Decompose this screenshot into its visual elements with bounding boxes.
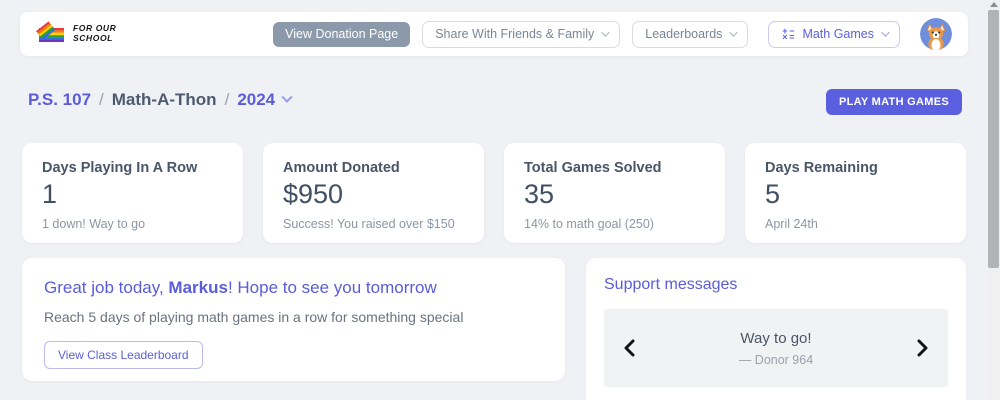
stat-value: 1 xyxy=(42,179,58,209)
view-donation-page-button[interactable]: View Donation Page xyxy=(273,21,411,47)
stat-card-games-solved: Total Games Solved 35 14% to math goal (… xyxy=(504,143,725,243)
math-operations-icon: + − × = xyxy=(782,26,795,42)
encouragement-subtext: Reach 5 days of playing math games in a … xyxy=(44,309,464,325)
stat-card-days-playing: Days Playing In A Row 1 1 down! Way to g… xyxy=(22,143,243,243)
share-dropdown-button[interactable]: Share With Friends & Family xyxy=(422,20,621,48)
stat-title: Amount Donated xyxy=(283,160,400,176)
support-message-text: Way to go! xyxy=(740,329,812,347)
leaderboards-dropdown-label: Leaderboards xyxy=(645,27,723,41)
stat-subtext: 1 down! Way to go xyxy=(42,217,146,231)
student-name: Markus xyxy=(168,278,228,297)
breadcrumb: P.S. 107 / Math-A-Thon / 2024 xyxy=(28,90,293,110)
play-math-games-button[interactable]: PLAY MATH GAMES xyxy=(825,89,962,115)
chevron-left-icon xyxy=(624,339,635,357)
support-message: Way to go! — Donor 964 xyxy=(639,330,913,367)
leaderboards-dropdown-button[interactable]: Leaderboards xyxy=(632,20,749,48)
stat-card-amount-donated: Amount Donated $950 Success! You raised … xyxy=(263,143,484,243)
stat-subtext: 14% to math goal (250) xyxy=(524,217,654,231)
breadcrumb-separator: / xyxy=(99,90,104,109)
stat-value: 5 xyxy=(765,179,781,209)
navbar-actions: View Donation Page Share With Friends & … xyxy=(273,18,952,50)
corgi-avatar-icon xyxy=(920,18,952,50)
support-messages-card: Support messages Way to go! — Donor 964 xyxy=(586,258,966,400)
support-messages-heading: Support messages xyxy=(604,276,738,293)
encouragement-heading: Great job today, Markus! Hope to see you… xyxy=(44,278,437,297)
breadcrumb-event: Math-A-Thon xyxy=(111,90,217,109)
user-avatar[interactable] xyxy=(920,18,952,50)
vertical-scrollbar[interactable] xyxy=(987,0,1000,400)
stat-value: $950 xyxy=(283,179,344,209)
stat-card-days-remaining: Days Remaining 5 April 24th xyxy=(745,143,966,243)
view-class-leaderboard-button[interactable]: View Class Leaderboard xyxy=(44,341,203,369)
math-games-dropdown-button[interactable]: + − × = Math Games xyxy=(768,20,900,48)
stat-title: Total Games Solved xyxy=(524,160,662,176)
scrollbar-thumb[interactable] xyxy=(988,10,999,268)
carousel-next-button[interactable] xyxy=(913,335,932,361)
chevron-down-icon xyxy=(601,28,610,37)
chevron-down-icon[interactable] xyxy=(281,91,293,103)
carousel-previous-button[interactable] xyxy=(620,335,639,361)
encouragement-card: Great job today, Markus! Hope to see you… xyxy=(22,258,565,381)
stats-row: Days Playing In A Row 1 1 down! Way to g… xyxy=(22,143,966,243)
rainbow-flag-icon xyxy=(36,20,66,48)
share-dropdown-label: Share With Friends & Family xyxy=(435,27,595,41)
stat-title: Days Remaining xyxy=(765,160,878,176)
math-games-dropdown-label: Math Games xyxy=(802,27,874,41)
support-messages-carousel: Way to go! — Donor 964 xyxy=(604,309,948,387)
breadcrumb-separator: / xyxy=(224,90,230,109)
breadcrumb-school-link[interactable]: P.S. 107 xyxy=(28,90,91,110)
chevron-right-icon xyxy=(917,339,928,357)
top-navbar: For Our School View Donation Page Share … xyxy=(20,12,968,56)
support-message-attribution: — Donor 964 xyxy=(738,352,814,367)
scrollbar-up-arrow-icon[interactable] xyxy=(990,2,998,7)
stat-title: Days Playing In A Row xyxy=(42,160,198,176)
breadcrumb-year-dropdown[interactable]: 2024 xyxy=(237,90,275,110)
stat-subtext: Success! You raised over $150 xyxy=(283,217,455,231)
logo-text: For Our School xyxy=(73,23,117,43)
chevron-down-icon xyxy=(881,28,890,37)
stat-value: 35 xyxy=(524,179,555,209)
stat-subtext: April 24th xyxy=(765,217,818,231)
logo[interactable]: For Our School xyxy=(36,20,117,48)
chevron-down-icon xyxy=(729,28,739,37)
